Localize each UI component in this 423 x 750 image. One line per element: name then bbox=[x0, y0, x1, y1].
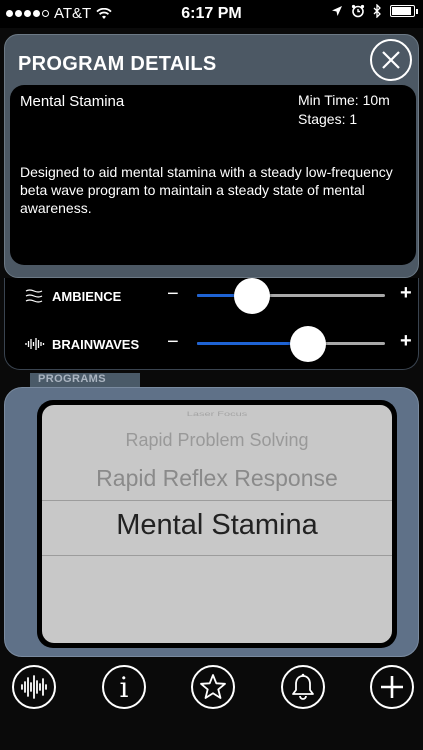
ambience-slider[interactable] bbox=[197, 278, 385, 314]
programs-label: PROGRAMS bbox=[38, 373, 106, 385]
plus-icon bbox=[381, 676, 403, 698]
picker-item[interactable]: Laser Focus bbox=[42, 410, 392, 417]
location-arrow-icon bbox=[332, 6, 342, 16]
battery-icon bbox=[390, 5, 418, 17]
sound-wave-icon bbox=[21, 675, 47, 699]
program-picker-frame: Laser Focus Rapid Problem Solving Rapid … bbox=[37, 400, 397, 648]
info-icon: i bbox=[119, 670, 129, 704]
waves-icon bbox=[25, 289, 43, 303]
alarm-clock-icon bbox=[351, 4, 365, 18]
program-picker[interactable]: Laser Focus Rapid Problem Solving Rapid … bbox=[42, 405, 392, 643]
slider-row-ambience: AMBIENCE − + bbox=[5, 278, 420, 318]
favorites-button[interactable] bbox=[191, 665, 235, 709]
details-body: Mental Stamina Min Time: 10m Stages: 1 D… bbox=[10, 85, 416, 265]
increase-brainwaves-button[interactable]: + bbox=[400, 330, 412, 353]
brainwaves-button[interactable] bbox=[12, 665, 56, 709]
slider-label: AMBIENCE bbox=[52, 289, 122, 304]
slider-thumb[interactable] bbox=[289, 326, 326, 362]
add-button[interactable] bbox=[370, 665, 414, 709]
sound-wave-icon bbox=[25, 338, 45, 350]
brainwaves-slider[interactable] bbox=[197, 326, 385, 362]
picker-item[interactable]: Rapid Problem Solving bbox=[42, 430, 392, 451]
program-name: Mental Stamina bbox=[20, 93, 125, 110]
program-meta: Min Time: 10m Stages: 1 bbox=[298, 91, 390, 129]
stages: Stages: 1 bbox=[298, 111, 358, 127]
selection-divider bbox=[42, 500, 392, 501]
status-indicators bbox=[331, 4, 418, 18]
info-button[interactable]: i bbox=[102, 665, 146, 709]
close-button[interactable] bbox=[370, 39, 412, 81]
volume-sliders: AMBIENCE − + BRAINWAVES − + bbox=[4, 278, 419, 370]
battery-level bbox=[392, 7, 411, 15]
star-icon bbox=[200, 674, 226, 699]
status-bar: AT&T 6:17 PM bbox=[0, 0, 423, 28]
slider-row-brainwaves: BRAINWAVES − + bbox=[5, 326, 420, 366]
programs-panel: Laser Focus Rapid Problem Solving Rapid … bbox=[4, 387, 419, 657]
decrease-brainwaves-button[interactable]: − bbox=[167, 331, 179, 354]
increase-ambience-button[interactable]: + bbox=[400, 282, 412, 305]
picker-item[interactable]: Rapid Reflex Response bbox=[42, 465, 392, 492]
program-description: Designed to aid mental stamina with a st… bbox=[20, 164, 393, 216]
decrease-ambience-button[interactable]: − bbox=[167, 283, 179, 306]
alarm-button[interactable] bbox=[281, 665, 325, 709]
bluetooth-icon bbox=[373, 4, 381, 18]
slider-label: BRAINWAVES bbox=[52, 337, 140, 352]
slider-thumb[interactable] bbox=[233, 278, 270, 314]
bottom-edge bbox=[0, 724, 423, 750]
bottom-toolbar: i bbox=[0, 660, 423, 720]
details-title: PROGRAM DETAILS bbox=[18, 53, 217, 75]
selection-divider bbox=[42, 555, 392, 556]
close-icon bbox=[382, 51, 400, 69]
picker-item-selected[interactable]: Mental Stamina bbox=[42, 509, 392, 542]
program-details-panel: PROGRAM DETAILS Mental Stamina Min Time:… bbox=[4, 34, 419, 278]
min-time: Min Time: 10m bbox=[298, 92, 390, 108]
bell-icon bbox=[292, 673, 314, 700]
